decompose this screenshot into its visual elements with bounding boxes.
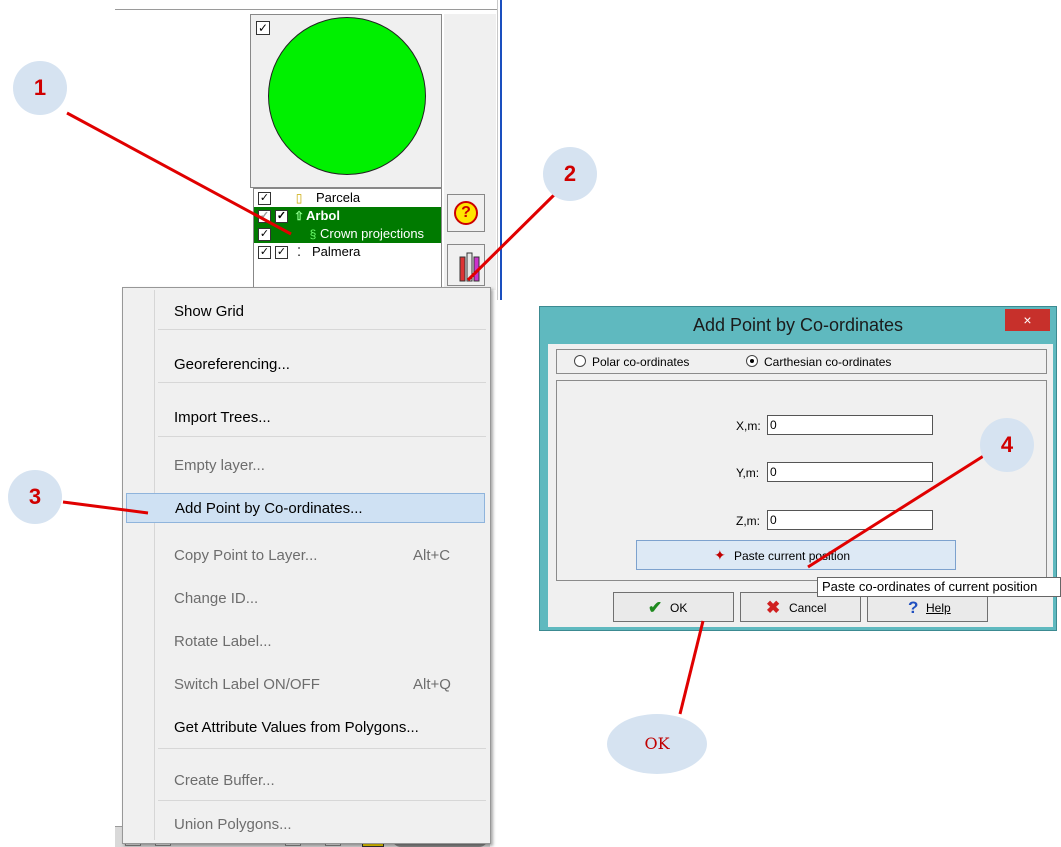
ok-button-label: OK <box>670 601 688 615</box>
layer-edit-checkbox[interactable]: ✓ <box>275 210 288 223</box>
preview-checkbox[interactable]: ✓ <box>256 21 270 35</box>
y-label: Y,m: <box>736 466 760 480</box>
layer-label: Parcela <box>316 190 361 205</box>
menu-separator <box>158 800 486 801</box>
polar-radio[interactable] <box>574 355 586 367</box>
close-button[interactable]: × <box>1005 309 1050 331</box>
layer-edit-checkbox[interactable]: ✓ <box>275 246 288 259</box>
context-menu: Show Grid Georeferencing... Import Trees… <box>122 287 491 844</box>
menu-item-label: Change ID... <box>174 590 259 607</box>
layer-visible-checkbox[interactable]: ✓ <box>258 228 271 241</box>
tooltip: Paste co-ordinates of current position <box>817 577 1061 597</box>
menu-item-label: Show Grid <box>174 303 245 320</box>
coordinate-mode-group: Polar co-ordinates Carthesian co-ordinat… <box>556 349 1047 374</box>
menu-item-label: Copy Point to Layer... <box>174 547 318 564</box>
paste-current-position-button[interactable]: ✦ Paste current position <box>636 540 956 570</box>
layer-label: Palmera <box>312 244 361 259</box>
menu-separator <box>158 436 486 437</box>
layer-list: ✓ ▯ Parcela ✓ ✓ ⇧ Arbol ✓ § Crown projec… <box>253 188 442 292</box>
menu-item-label: Add Point by Co-ordinates... <box>175 500 363 517</box>
polar-radio-label: Polar co-ordinates <box>592 355 690 369</box>
crown-icon: § <box>309 227 317 241</box>
help-button-label: Help <box>926 601 951 615</box>
menu-item-shortcut: Alt+Q <box>413 676 451 693</box>
menu-item-label: Switch Label ON/OFF <box>174 676 320 693</box>
y-field[interactable] <box>767 462 933 482</box>
crosshair-star-icon: ✦ <box>714 547 726 563</box>
menu-item-empty-layer[interactable]: Empty layer... <box>126 451 485 481</box>
annotation-badge-4: 4 <box>980 418 1034 472</box>
ok-button[interactable]: ✔ OK <box>613 592 734 622</box>
panel-divider <box>497 0 498 300</box>
menu-item-rotate-label[interactable]: Rotate Label... <box>126 627 485 657</box>
menu-item-label: Create Buffer... <box>174 772 275 789</box>
menu-item-change-id[interactable]: Change ID... <box>126 584 485 614</box>
menu-item-label: Union Polygons... <box>174 816 292 833</box>
menu-item-label: Rotate Label... <box>174 633 272 650</box>
test-tubes-icon <box>459 252 480 282</box>
layer-label: Arbol <box>306 208 340 223</box>
menu-item-shortcut: Alt+C <box>413 547 451 564</box>
menu-item-label: Get Attribute Values from Polygons... <box>174 719 419 736</box>
help-button[interactable]: ? <box>447 194 485 232</box>
carthesian-radio-label: Carthesian co-ordinates <box>764 355 892 369</box>
annotation-badge-3: 3 <box>8 470 62 524</box>
x-label: X,m: <box>736 419 761 433</box>
menu-item-label: Empty layer... <box>174 457 265 474</box>
z-field[interactable] <box>767 510 933 530</box>
layer-symbol-preview: ✓ <box>250 14 442 188</box>
paste-button-label: Paste current position <box>734 549 851 563</box>
menu-item-get-attribute-values[interactable]: Get Attribute Values from Polygons... <box>126 713 485 743</box>
layer-tools-button[interactable] <box>447 244 485 286</box>
menu-item-label: Georeferencing... <box>174 356 290 373</box>
z-label: Z,m: <box>736 514 760 528</box>
layer-row-palmera[interactable]: ✓ ✓ ⁚ Palmera <box>254 243 441 261</box>
question-icon: ? <box>908 598 919 617</box>
menu-item-create-buffer[interactable]: Create Buffer... <box>126 766 485 796</box>
crown-symbol-circle <box>268 17 426 175</box>
question-icon: ? <box>454 201 478 225</box>
menu-item-import-trees[interactable]: Import Trees... <box>126 403 485 433</box>
annotation-badge-2: 2 <box>543 147 597 201</box>
layer-visible-checkbox[interactable]: ✓ <box>258 192 271 205</box>
menu-item-copy-point-to-layer[interactable]: Copy Point to Layer... Alt+C <box>126 541 485 571</box>
annotation-badge-1: 1 <box>13 61 67 115</box>
menu-separator <box>158 748 486 749</box>
layer-label: Crown projections <box>320 226 425 241</box>
rectangle-outline-icon: ▯ <box>295 191 303 205</box>
tree-icon: ⇧ <box>293 209 305 223</box>
menu-item-switch-label[interactable]: Switch Label ON/OFF Alt+Q <box>126 670 485 700</box>
menu-separator <box>158 382 486 383</box>
close-icon: × <box>1023 312 1032 328</box>
x-field[interactable] <box>767 415 933 435</box>
menu-item-show-grid[interactable]: Show Grid <box>126 297 485 327</box>
x-icon: ✖ <box>766 598 781 617</box>
checkmark-icon: ✔ <box>648 598 663 617</box>
arrow-ok <box>678 620 705 715</box>
cancel-button-label: Cancel <box>789 601 827 615</box>
menu-item-georeferencing[interactable]: Georeferencing... <box>126 350 485 380</box>
points-icon: ⁚ <box>297 245 301 259</box>
menu-separator <box>158 329 486 330</box>
menu-item-union-polygons[interactable]: Union Polygons... <box>126 810 485 840</box>
menu-item-label: Import Trees... <box>174 409 271 426</box>
layer-row-crown-projections[interactable]: ✓ § Crown projections <box>254 225 441 243</box>
panel-edge <box>500 0 502 300</box>
carthesian-radio[interactable] <box>746 355 758 367</box>
map-border <box>115 9 498 10</box>
layer-row-parcela[interactable]: ✓ ▯ Parcela <box>254 189 441 207</box>
layer-row-arbol[interactable]: ✓ ✓ ⇧ Arbol <box>254 207 441 225</box>
dialog-title: Add Point by Co-ordinates <box>692 315 904 335</box>
layer-visible-checkbox[interactable]: ✓ <box>258 246 271 259</box>
annotation-badge-ok: OK <box>607 714 707 774</box>
menu-item-add-point-by-coordinates[interactable]: Add Point by Co-ordinates... <box>126 493 485 523</box>
layer-visible-checkbox[interactable]: ✓ <box>258 210 271 223</box>
